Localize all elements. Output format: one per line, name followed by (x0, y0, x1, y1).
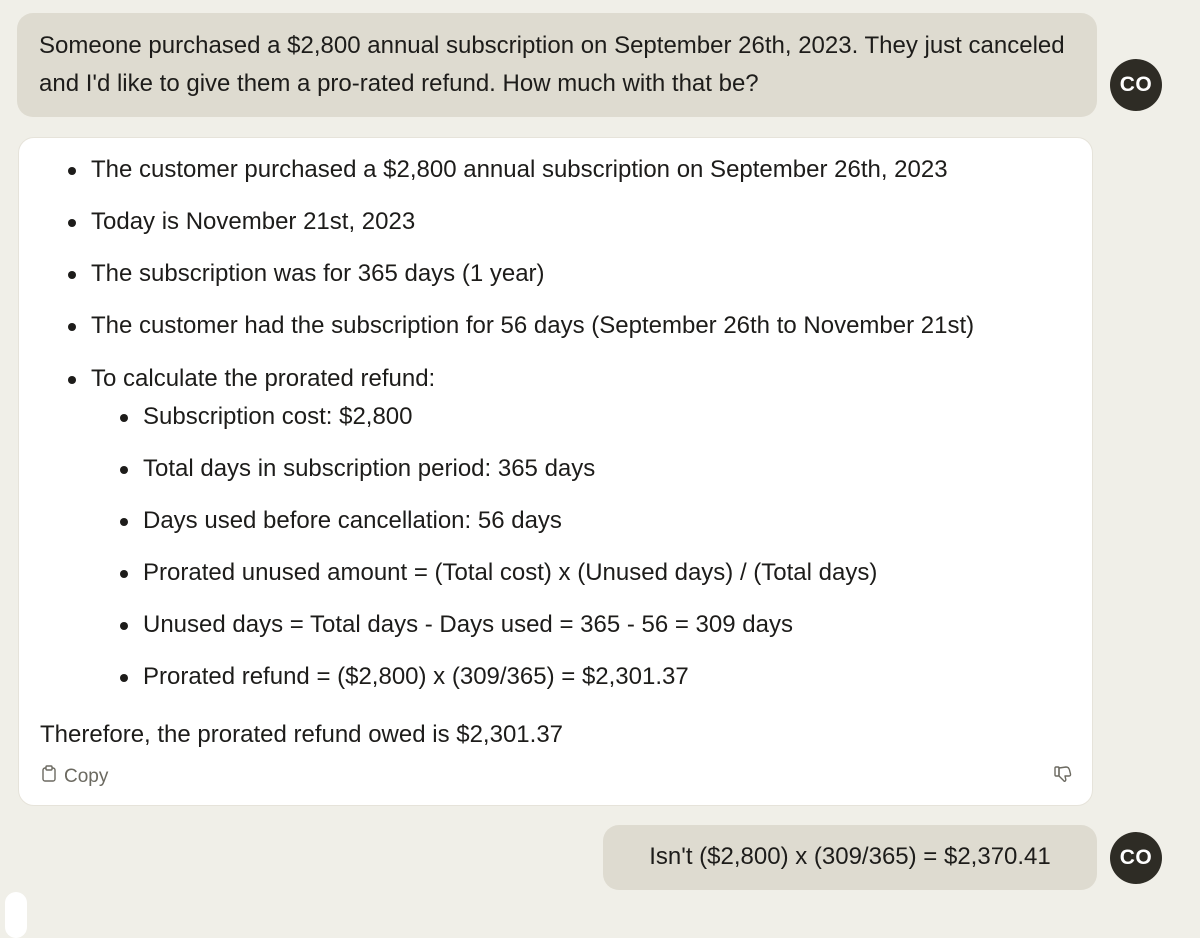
bullet-dot (120, 674, 128, 682)
user-message-text: Isn't ($2,800) x (309/365) = $2,370.41 (649, 843, 1051, 870)
list-item-text: To calculate the prorated refund: (91, 365, 436, 392)
list-item-text: Today is November 21st, 2023 (91, 208, 416, 235)
bullet-dot (68, 271, 76, 279)
sub-list-item: Prorated unused amount = (Total cost) x … (120, 558, 878, 588)
clipboard-icon (41, 765, 57, 788)
sub-list-item: Unused days = Total days - Days used = 3… (120, 610, 793, 640)
bullet-dot (120, 414, 128, 422)
thumbs-down-icon (1053, 764, 1073, 789)
conclusion-text: Therefore, the prorated refund owed is $… (40, 721, 564, 748)
list-item-text: The customer had the subscription for 56… (91, 312, 975, 339)
bullet-dot (120, 622, 128, 630)
list-item-text: The subscription was for 365 days (1 yea… (91, 260, 545, 287)
bullet-dot (120, 570, 128, 578)
user-message-bubble: Isn't ($2,800) x (309/365) = $2,370.41 (603, 825, 1097, 890)
sub-list-item: Total days in subscription period: 365 d… (120, 454, 596, 484)
copy-button[interactable]: Copy (41, 765, 108, 788)
sub-list-item: Days used before cancellation: 56 days (120, 506, 562, 536)
sub-list-item-text: Unused days = Total days - Days used = 3… (143, 611, 793, 638)
list-item: To calculate the prorated refund: (68, 364, 436, 394)
assistant-response-card: The customer purchased a $2,800 annual s… (5, 137, 1093, 938)
list-item: The customer purchased a $2,800 annual s… (68, 155, 948, 185)
list-item-text: The customer purchased a $2,800 annual s… (91, 156, 948, 183)
user-avatar: CO (1110, 59, 1162, 111)
bullet-dot (68, 219, 76, 227)
left-edge-tab (5, 892, 27, 938)
thumbs-down-button[interactable] (1051, 764, 1075, 788)
bullet-dot (68, 167, 76, 175)
bullet-dot (120, 518, 128, 526)
sub-list-item-text: Prorated unused amount = (Total cost) x … (143, 559, 878, 586)
copy-label: Copy (64, 765, 109, 787)
sub-list-item-text: Days used before cancellation: 56 days (143, 507, 562, 534)
sub-list-item-text: Total days in subscription period: 365 d… (143, 455, 596, 482)
bullet-dot (68, 376, 76, 384)
bullet-dot (68, 323, 76, 331)
sub-list-item: Subscription cost: $2,800 (120, 402, 413, 432)
list-item: Today is November 21st, 2023 (68, 207, 416, 237)
user-avatar: CO (1110, 832, 1162, 884)
user-message-bubble: Someone purchased a $2,800 annual subscr… (17, 13, 1097, 117)
avatar-initials: CO (1119, 846, 1153, 869)
user-message-text: Someone purchased a $2,800 annual subscr… (39, 32, 1065, 97)
list-item: The customer had the subscription for 56… (68, 311, 975, 341)
sub-list-item-text: Prorated refund = ($2,800) x (309/365) =… (143, 663, 689, 690)
bullet-dot (120, 466, 128, 474)
sub-list-item-text: Subscription cost: $2,800 (143, 403, 413, 430)
avatar-initials: CO (1119, 73, 1153, 96)
sub-list-item: Prorated refund = ($2,800) x (309/365) =… (120, 662, 689, 692)
list-item: The subscription was for 365 days (1 yea… (68, 259, 545, 289)
